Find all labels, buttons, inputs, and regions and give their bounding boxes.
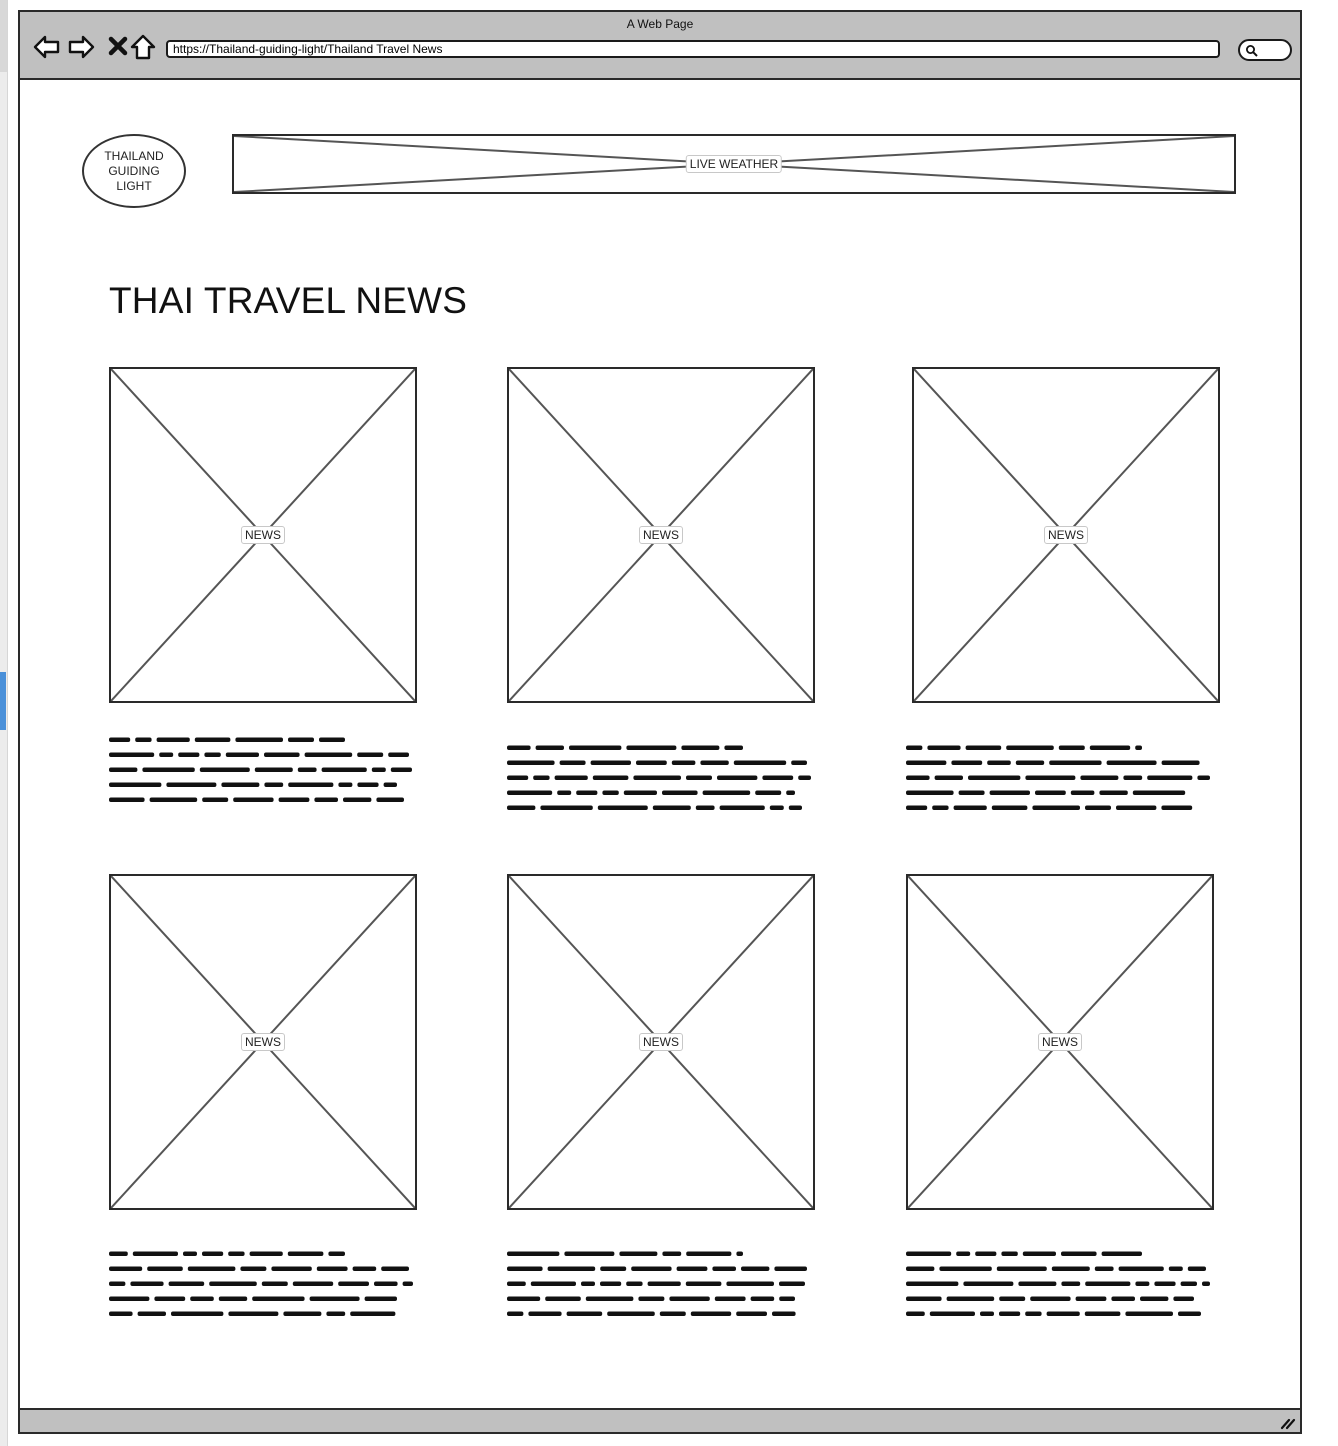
left-rail xyxy=(0,0,8,1446)
home-icon[interactable] xyxy=(128,32,158,62)
scribble-text-icon xyxy=(109,737,412,802)
search-icon xyxy=(1246,45,1258,57)
status-bar xyxy=(20,1408,1300,1432)
news-card-text xyxy=(109,1246,419,1322)
news-label: NEWS xyxy=(1038,1033,1082,1051)
news-card-image[interactable]: NEWS xyxy=(912,367,1220,703)
site-logo[interactable]: THAILAND GUIDING LIGHT xyxy=(82,134,186,208)
news-label: NEWS xyxy=(241,526,285,544)
browser-toolbar: A Web Page https://Thailand-guiding-ligh… xyxy=(20,12,1300,80)
news-card-text xyxy=(906,1246,1216,1322)
news-card-image[interactable]: NEWS xyxy=(109,874,417,1210)
news-label: NEWS xyxy=(639,526,683,544)
news-label: NEWS xyxy=(241,1033,285,1051)
news-card-image[interactable]: NEWS xyxy=(906,874,1214,1210)
resize-grip-icon[interactable] xyxy=(1280,1416,1296,1430)
live-weather-banner[interactable]: LIVE WEATHER xyxy=(232,134,1236,194)
news-card-image[interactable]: NEWS xyxy=(507,367,815,703)
back-arrow-icon[interactable] xyxy=(32,32,62,62)
address-bar[interactable]: https://Thailand-guiding-light/Thailand … xyxy=(166,40,1220,58)
logo-text-line: LIGHT xyxy=(116,178,152,193)
forward-arrow-icon[interactable] xyxy=(66,32,96,62)
weather-label: LIVE WEATHER xyxy=(685,155,783,173)
scribble-text-icon xyxy=(507,1251,807,1316)
news-label: NEWS xyxy=(639,1033,683,1051)
scribble-text-icon xyxy=(109,1251,413,1316)
scribble-text-icon xyxy=(906,1251,1210,1316)
scribble-text-icon xyxy=(507,745,811,810)
logo-text-line: GUIDING xyxy=(108,163,160,178)
page-title: THAI TRAVEL NEWS xyxy=(109,280,468,321)
news-card-text xyxy=(906,740,1216,816)
news-card-text xyxy=(507,740,817,816)
browser-window: A Web Page https://Thailand-guiding-ligh… xyxy=(18,10,1302,1434)
news-label: NEWS xyxy=(1044,526,1088,544)
left-rail-selection xyxy=(0,672,6,730)
news-card-text xyxy=(109,732,419,808)
left-rail-header xyxy=(0,0,7,72)
news-card-image[interactable]: NEWS xyxy=(507,874,815,1210)
scribble-text-icon xyxy=(906,745,1210,810)
logo-text-line: THAILAND xyxy=(104,148,164,163)
search-button[interactable] xyxy=(1238,39,1292,61)
news-card-text xyxy=(507,1246,817,1322)
news-card-image[interactable]: NEWS xyxy=(109,367,417,703)
window-title: A Web Page xyxy=(626,17,694,31)
